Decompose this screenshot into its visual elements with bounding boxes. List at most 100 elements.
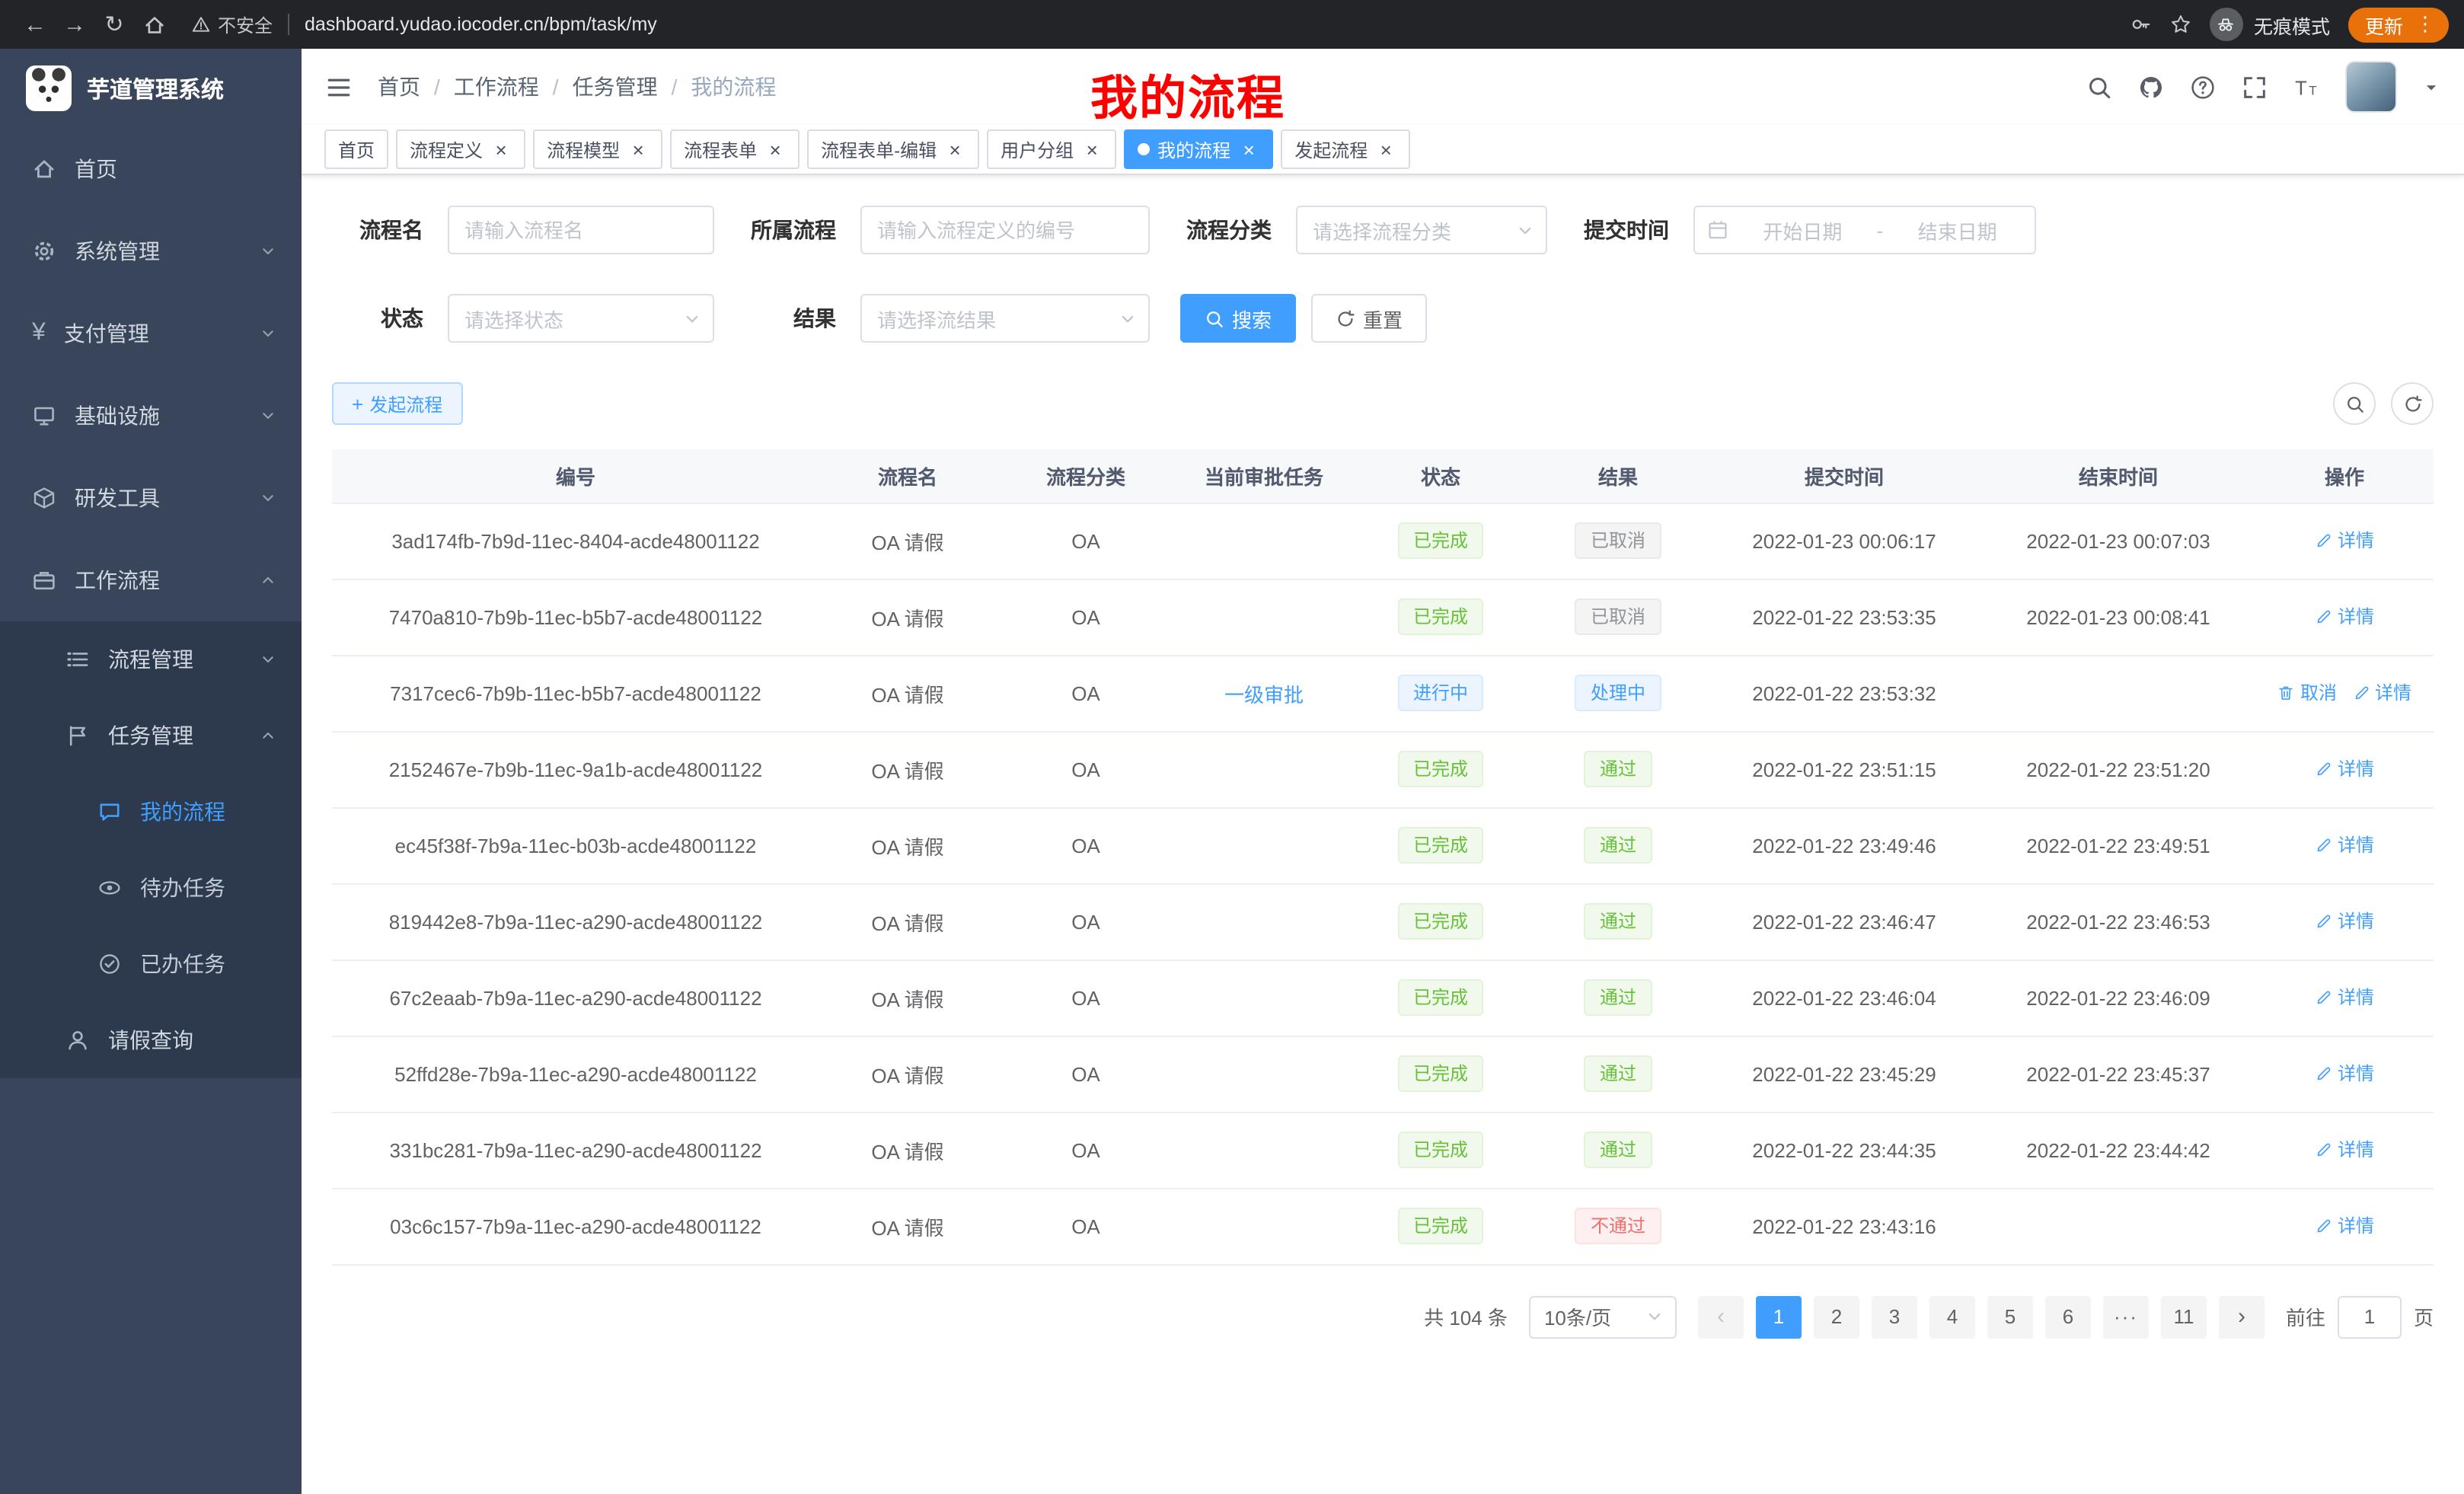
- breadcrumb-item[interactable]: 任务管理: [573, 72, 658, 102]
- detail-link[interactable]: 详情: [2315, 985, 2374, 1010]
- sidebar-item-todo-task[interactable]: 待办任务: [0, 850, 302, 926]
- detail-link[interactable]: 详情: [2315, 756, 2374, 782]
- tab-process-definition[interactable]: 流程定义×: [396, 129, 525, 169]
- process-name-input[interactable]: [464, 219, 697, 241]
- browser-update-button[interactable]: 更新 ⋮: [2348, 7, 2449, 42]
- submit-time-range-picker[interactable]: 开始日期 - 结束日期: [1693, 206, 2036, 254]
- result-select[interactable]: 请选择流结果: [860, 294, 1150, 343]
- pagination-page-1[interactable]: 1: [1756, 1295, 1802, 1338]
- bookmark-star-icon[interactable]: [2170, 14, 2191, 35]
- submit-time-cell: 2022-01-22 23:46:47: [1707, 883, 1981, 959]
- sidebar-item-payment[interactable]: ¥支付管理: [0, 292, 302, 375]
- status-select[interactable]: 请选择状态: [448, 294, 714, 343]
- category-cell: OA: [996, 807, 1176, 883]
- detail-link[interactable]: 详情: [2315, 908, 2374, 934]
- pagination-prev[interactable]: ‹: [1698, 1295, 1744, 1338]
- detail-link[interactable]: 详情: [2315, 1061, 2374, 1087]
- sidebar-item-label: 已办任务: [140, 949, 277, 979]
- detail-link[interactable]: 详情: [2315, 604, 2374, 630]
- tab-process-form[interactable]: 流程表单×: [670, 129, 800, 169]
- close-tab-icon[interactable]: ×: [764, 139, 786, 160]
- breadcrumb-item[interactable]: 工作流程: [454, 72, 539, 102]
- tab-user-group[interactable]: 用户分组×: [987, 129, 1116, 169]
- refresh-table-button[interactable]: [2391, 382, 2434, 425]
- close-tab-icon[interactable]: ×: [490, 139, 512, 160]
- sidebar-item-done-task[interactable]: 已办任务: [0, 926, 302, 1002]
- actions-cell: 详情: [2255, 1188, 2434, 1264]
- help-icon[interactable]: [2190, 74, 2216, 100]
- reset-button[interactable]: 重置: [1311, 294, 1427, 343]
- toggle-search-button[interactable]: [2333, 382, 2376, 425]
- sidebar-item-infra[interactable]: 基础设施: [0, 375, 302, 457]
- detail-link[interactable]: 详情: [2315, 832, 2374, 858]
- sidebar-item-leave-query[interactable]: 请假查询: [0, 1002, 302, 1078]
- close-tab-icon[interactable]: ×: [1238, 139, 1259, 160]
- sidebar-item-workflow[interactable]: 工作流程: [0, 539, 302, 621]
- sidebar-item-my-process[interactable]: 我的流程: [0, 774, 302, 850]
- address-bar[interactable]: 不安全 dashboard.yudao.iocoder.cn/bpm/task/…: [192, 11, 2112, 37]
- close-tab-icon[interactable]: ×: [1375, 139, 1396, 160]
- browser-home-icon[interactable]: [134, 5, 174, 44]
- pagination-more[interactable]: ···: [2103, 1295, 2149, 1338]
- sidebar-item-home[interactable]: 首页: [0, 128, 302, 210]
- avatar-caret-icon[interactable]: [2423, 78, 2440, 95]
- status-cell: 已完成: [1352, 959, 1529, 1036]
- end-date-placeholder: 结束日期: [1892, 215, 2022, 244]
- filter-row-2: 状态 请选择状态 结果 请选择流结果: [332, 294, 2434, 343]
- browser-menu-icon[interactable]: ⋮: [2415, 12, 2435, 37]
- tab-start-process[interactable]: 发起流程×: [1281, 129, 1410, 169]
- user-avatar[interactable]: [2345, 61, 2397, 113]
- create-process-button[interactable]: + 发起流程: [332, 382, 462, 425]
- filter-label: 结果: [745, 303, 836, 334]
- cancel-link[interactable]: 取消: [2277, 680, 2337, 706]
- goto-page-input[interactable]: [2338, 1295, 2402, 1338]
- close-tab-icon[interactable]: ×: [627, 139, 649, 160]
- header-search-icon[interactable]: [2086, 74, 2112, 100]
- app-logo[interactable]: 芋道管理系统: [0, 49, 302, 128]
- category-select[interactable]: 请选择流程分类: [1296, 206, 1547, 254]
- collapse-sidebar-icon[interactable]: [326, 74, 352, 100]
- detail-link[interactable]: 详情: [2315, 1137, 2374, 1163]
- breadcrumb-item[interactable]: 首页: [378, 72, 420, 102]
- close-tab-icon[interactable]: ×: [1081, 139, 1103, 160]
- category-cell: OA: [996, 731, 1176, 807]
- sidebar-item-task-manage[interactable]: 任务管理: [0, 698, 302, 774]
- close-tab-icon[interactable]: ×: [944, 139, 965, 160]
- process-definition-input[interactable]: [877, 219, 1133, 241]
- page-size-select[interactable]: 10条/页: [1529, 1295, 1677, 1338]
- detail-link[interactable]: 详情: [2315, 1213, 2374, 1239]
- tab-process-form-edit[interactable]: 流程表单-编辑×: [807, 129, 979, 169]
- search-button[interactable]: 搜索: [1180, 294, 1296, 343]
- result-cell: 通过: [1529, 959, 1707, 1036]
- browser-forward-icon[interactable]: →: [55, 5, 94, 44]
- result-badge: 通过: [1585, 1132, 1652, 1168]
- sidebar-item-devtools[interactable]: 研发工具: [0, 457, 302, 539]
- current-task-link[interactable]: 一级审批: [1224, 683, 1304, 706]
- pagination-page-11[interactable]: 11: [2161, 1295, 2207, 1338]
- browser-back-icon[interactable]: ←: [15, 5, 55, 44]
- pagination-page-3[interactable]: 3: [1872, 1295, 1917, 1338]
- bubble-icon: [97, 800, 122, 824]
- tab-home[interactable]: 首页: [324, 129, 388, 169]
- sidebar-item-process-manage[interactable]: 流程管理: [0, 621, 302, 698]
- pagination-page-2[interactable]: 2: [1814, 1295, 1859, 1338]
- tab-my-process[interactable]: 我的流程×: [1124, 129, 1273, 169]
- detail-link[interactable]: 详情: [2315, 528, 2374, 554]
- process-id-cell: 03c6c157-7b9a-11ec-a290-acde48001122: [332, 1188, 819, 1264]
- incognito-badge: 无痕模式: [2210, 8, 2330, 41]
- github-icon[interactable]: [2138, 74, 2164, 100]
- pagination-page-4[interactable]: 4: [1929, 1295, 1975, 1338]
- pagination-page-6[interactable]: 6: [2045, 1295, 2091, 1338]
- pagination-page-5[interactable]: 5: [1987, 1295, 2033, 1338]
- sidebar-item-system[interactable]: 系统管理: [0, 210, 302, 292]
- fullscreen-icon[interactable]: [2242, 74, 2268, 100]
- pagination-next[interactable]: ›: [2219, 1295, 2265, 1338]
- tab-process-model[interactable]: 流程模型×: [533, 129, 662, 169]
- browser-reload-icon[interactable]: ↻: [94, 5, 134, 44]
- url-text[interactable]: dashboard.yudao.iocoder.cn/bpm/task/my: [305, 14, 657, 35]
- detail-link[interactable]: 详情: [2352, 680, 2411, 706]
- font-size-icon[interactable]: TT: [2293, 74, 2319, 100]
- security-label[interactable]: 不安全: [218, 11, 273, 37]
- password-key-icon[interactable]: [2130, 14, 2152, 35]
- create-process-label: 发起流程: [369, 391, 442, 417]
